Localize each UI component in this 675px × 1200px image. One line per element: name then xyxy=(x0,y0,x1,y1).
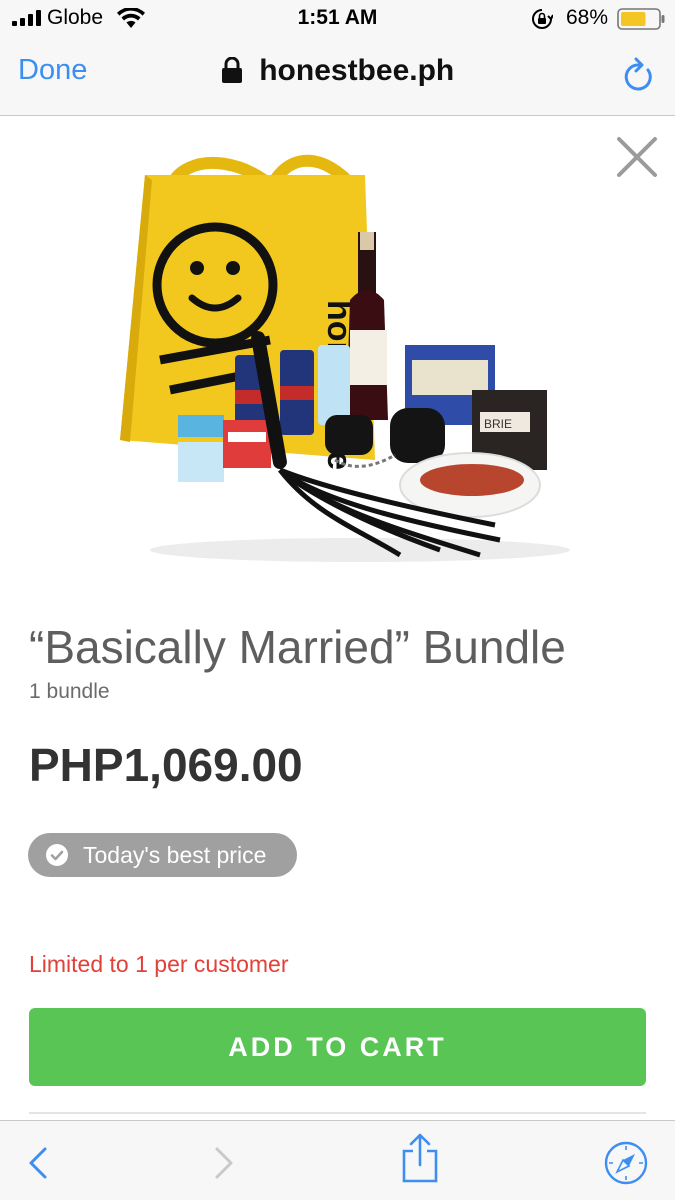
close-icon[interactable] xyxy=(616,136,658,178)
address-field[interactable]: honestbee.ph xyxy=(0,54,675,88)
battery-icon xyxy=(617,8,665,30)
forward-icon[interactable] xyxy=(213,1145,235,1181)
done-button[interactable]: Done xyxy=(18,54,87,87)
compass-icon[interactable] xyxy=(604,1141,648,1185)
lock-icon xyxy=(221,57,242,83)
browser-toolbar xyxy=(0,1120,675,1200)
back-icon[interactable] xyxy=(27,1145,49,1181)
content-divider xyxy=(29,1112,646,1114)
battery-percent: 68% xyxy=(566,6,609,29)
url-bar: Done honestbee.ph xyxy=(0,38,675,116)
reload-icon[interactable] xyxy=(622,56,656,92)
svg-text:BRIE: BRIE xyxy=(484,417,512,431)
url-text: honestbee.ph xyxy=(259,54,455,87)
signal-icon xyxy=(12,10,41,26)
wifi-icon xyxy=(117,8,145,28)
product-image: honestbee BRIE xyxy=(120,154,570,562)
product-quantity: 1 bundle xyxy=(29,680,110,703)
carrier-name: Globe xyxy=(47,6,104,29)
product-title: “Basically Married” Bundle xyxy=(29,621,566,673)
best-price-badge: Today's best price xyxy=(28,833,297,877)
product-price: PHP1,069.00 xyxy=(29,739,303,791)
add-to-cart-button[interactable]: ADD TO CART xyxy=(29,1008,646,1086)
share-icon[interactable] xyxy=(400,1133,440,1183)
badge-label: Today's best price xyxy=(83,842,267,868)
status-bar: Globe 1:51 AM 68% xyxy=(0,0,675,38)
purchase-limit-text: Limited to 1 per customer xyxy=(29,951,289,977)
check-circle-icon xyxy=(46,844,68,866)
rotation-lock-icon xyxy=(532,9,553,29)
